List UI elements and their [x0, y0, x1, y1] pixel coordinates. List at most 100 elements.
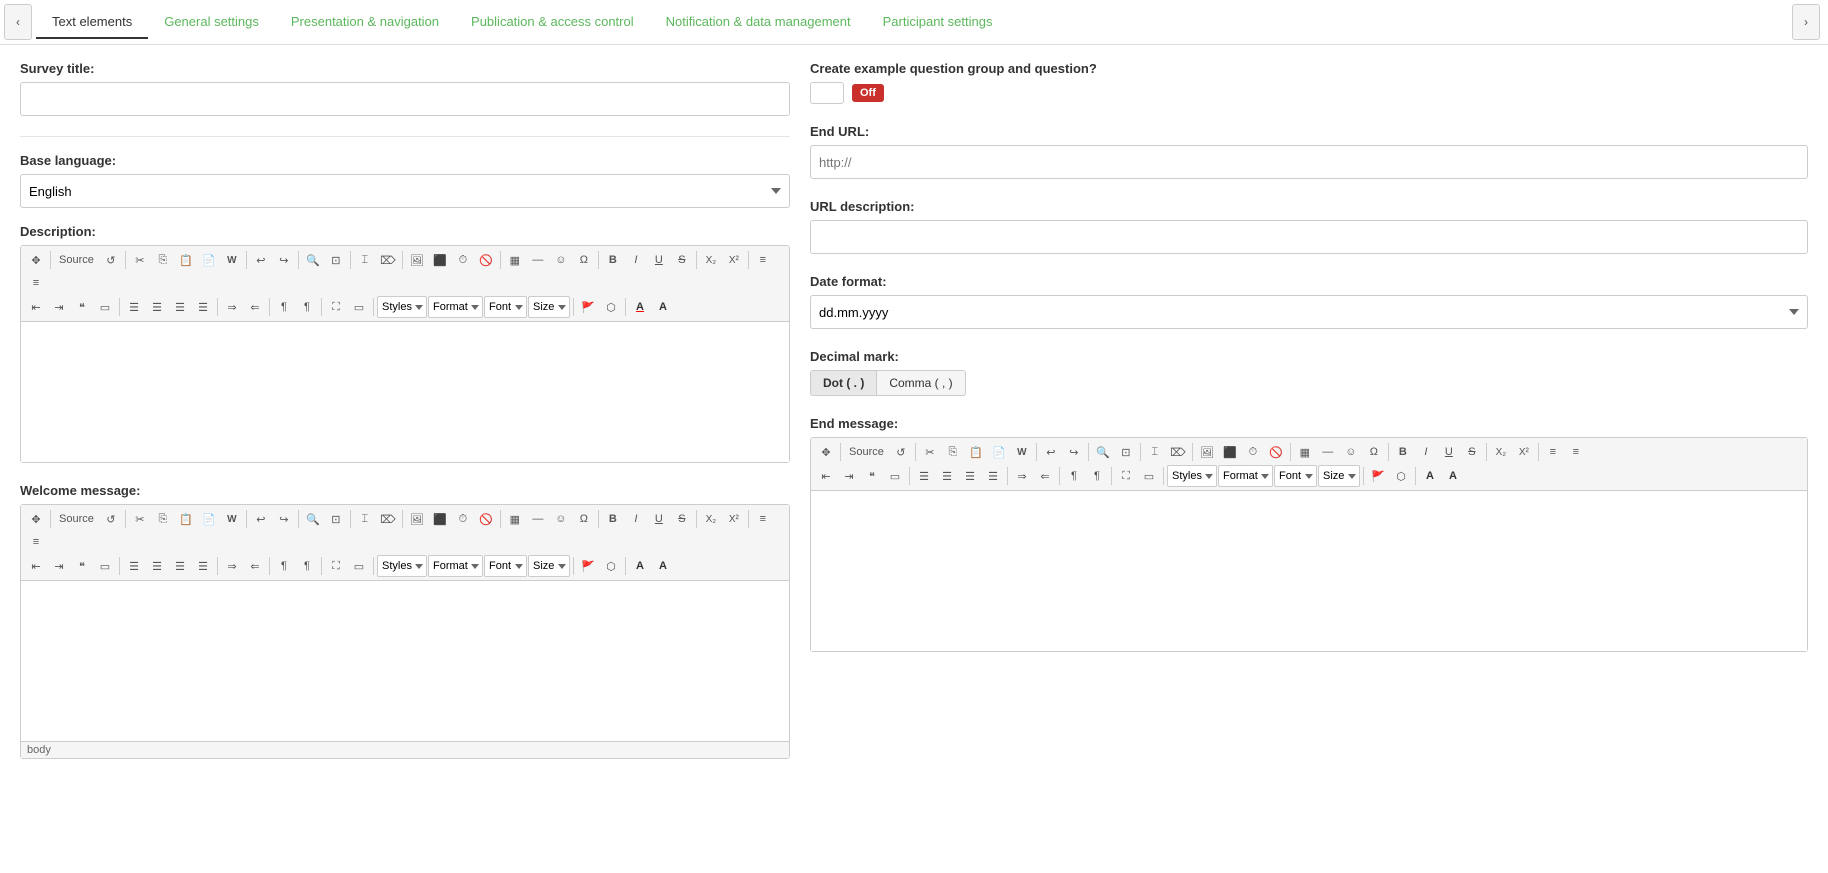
styles-dropdown[interactable]: Styles [377, 296, 427, 318]
font-dropdown[interactable]: Font [484, 555, 527, 577]
font-dropdown[interactable]: Font [484, 296, 527, 318]
tab-presentation-navigation[interactable]: Presentation & navigation [275, 6, 455, 39]
format-left-icon[interactable]: ⌶ [1144, 441, 1166, 463]
indent-icon[interactable]: ⇥ [48, 296, 70, 318]
comma-button[interactable]: Comma ( , ) [877, 370, 965, 396]
size-dropdown[interactable]: Size [528, 296, 570, 318]
cut-icon[interactable]: ✂ [129, 508, 151, 530]
move-icon[interactable]: ✥ [25, 249, 47, 271]
no-icon[interactable]: 🚫 [475, 249, 497, 271]
smiley-icon[interactable]: ☺ [550, 508, 572, 530]
align-left-icon[interactable]: ☰ [913, 465, 935, 487]
cut-icon[interactable]: ✂ [919, 441, 941, 463]
paste-word-icon[interactable]: W [221, 508, 243, 530]
remove-format-icon[interactable]: ⌦ [377, 508, 399, 530]
strike-button[interactable]: S [1461, 441, 1483, 463]
bidi-ltr-icon[interactable]: ⇒ [221, 555, 243, 577]
timer-icon[interactable]: ⏱ [1242, 441, 1264, 463]
bold-button[interactable]: B [602, 249, 624, 271]
flash-icon[interactable]: ⬛ [429, 508, 451, 530]
select-all-icon[interactable]: ⊡ [1115, 441, 1137, 463]
table-icon[interactable]: ▦ [1294, 441, 1316, 463]
strike-button[interactable]: S [671, 249, 693, 271]
italic-button[interactable]: I [625, 508, 647, 530]
select-all-icon[interactable]: ⊡ [325, 249, 347, 271]
format-dropdown[interactable]: Format [1218, 465, 1273, 487]
templates-icon[interactable]: ⬡ [600, 555, 622, 577]
size-dropdown[interactable]: Size [528, 555, 570, 577]
bidi-rtl-icon[interactable]: ⇐ [244, 296, 266, 318]
timer-icon[interactable]: ⏱ [452, 508, 474, 530]
nav-back-arrow[interactable]: ‹ [4, 4, 32, 40]
underline-button[interactable]: U [648, 249, 670, 271]
copy-icon[interactable]: ⎘ [942, 441, 964, 463]
italic-button[interactable]: I [625, 249, 647, 271]
text-color-icon[interactable]: A [1419, 465, 1441, 487]
symbol-icon[interactable]: Ω [1363, 441, 1385, 463]
creatediv-icon[interactable]: ▭ [94, 555, 116, 577]
remove-format-icon[interactable]: ⌦ [1167, 441, 1189, 463]
no-icon[interactable]: 🚫 [1265, 441, 1287, 463]
bg-color-icon[interactable]: A [1442, 465, 1464, 487]
table-icon[interactable]: ▦ [504, 249, 526, 271]
paragraph-icon[interactable]: ¶ [273, 555, 295, 577]
align-right-icon[interactable]: ☰ [959, 465, 981, 487]
align-justify-icon[interactable]: ☰ [982, 465, 1004, 487]
subscript-icon[interactable]: X₂ [1490, 441, 1512, 463]
welcome-editor-body[interactable] [21, 581, 789, 741]
outdent-icon[interactable]: ⇤ [815, 465, 837, 487]
image-icon[interactable]: 🖼 [406, 508, 428, 530]
format-dropdown[interactable]: Format [428, 555, 483, 577]
bidi-rtl-icon[interactable]: ⇐ [1034, 465, 1056, 487]
list-ul-icon[interactable]: ≡ [25, 531, 47, 553]
copy-icon[interactable]: ⎘ [152, 508, 174, 530]
indent-icon[interactable]: ⇥ [838, 465, 860, 487]
undo-icon[interactable]: ↩ [1040, 441, 1062, 463]
outdent-icon[interactable]: ⇤ [25, 296, 47, 318]
tab-publication-access[interactable]: Publication & access control [455, 6, 650, 39]
align-right-icon[interactable]: ☰ [169, 296, 191, 318]
paste-icon[interactable]: 📋 [175, 249, 197, 271]
outdent-icon[interactable]: ⇤ [25, 555, 47, 577]
paragraph2-icon[interactable]: ¶ [1086, 465, 1108, 487]
tab-participant-settings[interactable]: Participant settings [867, 6, 1009, 39]
paragraph2-icon[interactable]: ¶ [296, 555, 318, 577]
image-icon[interactable]: 🖼 [406, 249, 428, 271]
format-left-icon[interactable]: ⌶ [354, 249, 376, 271]
find-icon[interactable]: 🔍 [1092, 441, 1114, 463]
align-center-icon[interactable]: ☰ [146, 555, 168, 577]
blockquote-icon[interactable]: ❝ [71, 555, 93, 577]
templates-icon[interactable]: ⬡ [1390, 465, 1412, 487]
bg-color-icon[interactable]: A [652, 296, 674, 318]
show-blocks-icon[interactable]: ▭ [1138, 465, 1160, 487]
flash-icon[interactable]: ⬛ [429, 249, 451, 271]
base-language-select[interactable]: English [20, 174, 790, 208]
language-flag-icon[interactable]: 🚩 [577, 555, 599, 577]
redo-icon[interactable]: ↪ [1063, 441, 1085, 463]
paste-plain-icon[interactable]: 📄 [198, 508, 220, 530]
show-blocks-icon[interactable]: ▭ [348, 296, 370, 318]
format-left-icon[interactable]: ⌶ [354, 508, 376, 530]
toggle-off-button[interactable]: Off [852, 84, 884, 102]
remove-format-icon[interactable]: ⌦ [377, 249, 399, 271]
image-icon[interactable]: 🖼 [1196, 441, 1218, 463]
smiley-icon[interactable]: ☺ [1340, 441, 1362, 463]
size-dropdown[interactable]: Size [1318, 465, 1360, 487]
blockquote-icon[interactable]: ❝ [861, 465, 883, 487]
paragraph-icon[interactable]: ¶ [273, 296, 295, 318]
paste-word-icon[interactable]: W [221, 249, 243, 271]
superscript-icon[interactable]: X² [1513, 441, 1535, 463]
find-icon[interactable]: 🔍 [302, 249, 324, 271]
italic-button[interactable]: I [1415, 441, 1437, 463]
bidi-rtl-icon[interactable]: ⇐ [244, 555, 266, 577]
refresh-icon[interactable]: ↺ [100, 249, 122, 271]
date-format-select[interactable]: dd.mm.yyyy [810, 295, 1808, 329]
move-icon[interactable]: ✥ [815, 441, 837, 463]
language-flag-icon[interactable]: 🚩 [1367, 465, 1389, 487]
styles-dropdown[interactable]: Styles [377, 555, 427, 577]
tab-text-elements[interactable]: Text elements [36, 6, 148, 39]
refresh-icon[interactable]: ↺ [890, 441, 912, 463]
url-description-input[interactable] [810, 220, 1808, 254]
flash-icon[interactable]: ⬛ [1219, 441, 1241, 463]
paste-word-icon[interactable]: W [1011, 441, 1033, 463]
